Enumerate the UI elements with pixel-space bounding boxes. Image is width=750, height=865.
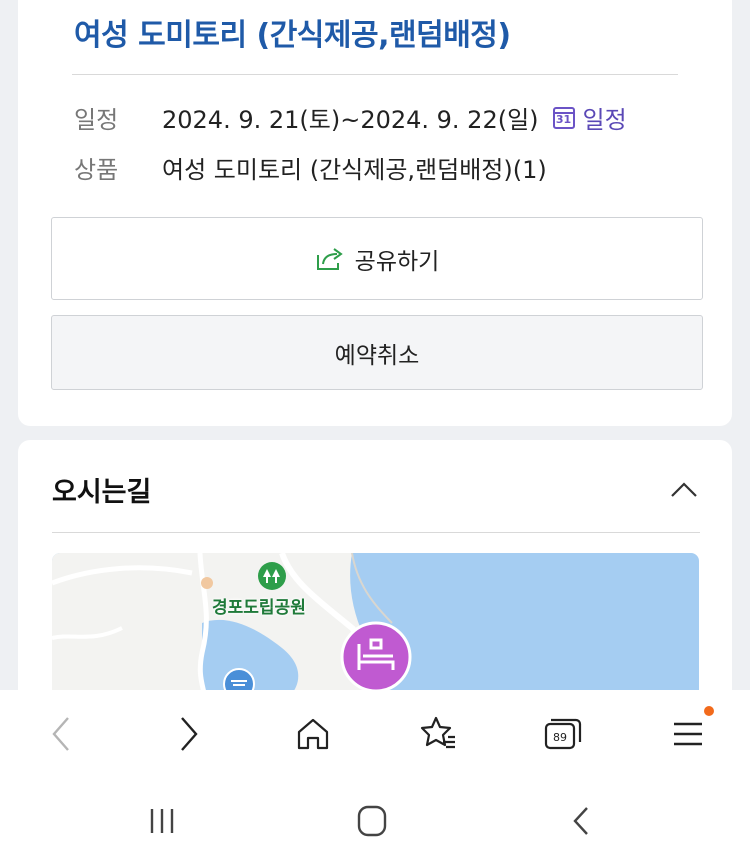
cancel-label: 예약취소 (334, 342, 420, 369)
calendar-link-label: 일정 (582, 106, 627, 134)
browser-toolbar: 89 (0, 690, 750, 785)
product-title: 여성 도미토리 (간식제공,랜덤배정) (74, 18, 511, 53)
item-label: 상품 (74, 156, 119, 184)
chevron-right-icon (181, 717, 198, 751)
divider (52, 532, 700, 533)
item-row: 상품 여성 도미토리 (간식제공,랜덤배정)(1) (74, 150, 547, 185)
directions-title: 오시는길 (52, 477, 152, 508)
lodging-marker-icon[interactable] (339, 620, 413, 693)
item-value: 여성 도미토리 (간식제공,랜덤배정)(1) (162, 156, 547, 184)
home-system-icon[interactable] (352, 803, 392, 839)
home-icon (297, 718, 329, 750)
share-button[interactable]: 공유하기 (51, 217, 703, 300)
hamburger-icon (674, 722, 702, 746)
tabs-icon: 89 (544, 718, 582, 750)
divider (72, 74, 678, 75)
schedule-label: 일정 (74, 106, 119, 134)
schedule-row: 일정 2024. 9. 21(토)~2024. 9. 22(일) 31 일정 (74, 100, 627, 135)
notification-dot (704, 706, 714, 716)
system-nav-bar (0, 785, 750, 865)
recent-apps-icon[interactable] (142, 803, 182, 839)
bookmarks-button[interactable] (416, 712, 460, 756)
reservation-card: 여성 도미토리 (간식제공,랜덤배정) 일정 2024. 9. 21(토)~20… (18, 0, 732, 426)
share-label: 공유하기 (354, 248, 440, 275)
tab-count: 89 (553, 731, 567, 744)
park-icon[interactable] (257, 561, 287, 591)
tabs-button[interactable]: 89 (541, 712, 585, 756)
back-system-icon[interactable] (562, 803, 602, 839)
back-button[interactable] (40, 712, 84, 756)
cancel-reservation-button[interactable]: 예약취소 (51, 315, 703, 390)
share-icon (316, 247, 343, 270)
calendar-day: 31 (555, 113, 572, 126)
chevron-up-icon[interactable] (670, 480, 698, 498)
calendar-link[interactable]: 31 일정 (552, 100, 627, 135)
star-list-icon (420, 716, 455, 749)
chevron-left-icon (52, 717, 69, 751)
home-button[interactable] (291, 712, 335, 756)
map-view[interactable]: 경포도립공원 (52, 553, 699, 693)
menu-button[interactable] (666, 712, 710, 756)
schedule-value: 2024. 9. 21(토)~2024. 9. 22(일) (162, 106, 539, 134)
calendar-icon: 31 (552, 106, 575, 129)
forward-button[interactable] (166, 712, 210, 756)
map-park-label: 경포도립공원 (212, 598, 306, 618)
